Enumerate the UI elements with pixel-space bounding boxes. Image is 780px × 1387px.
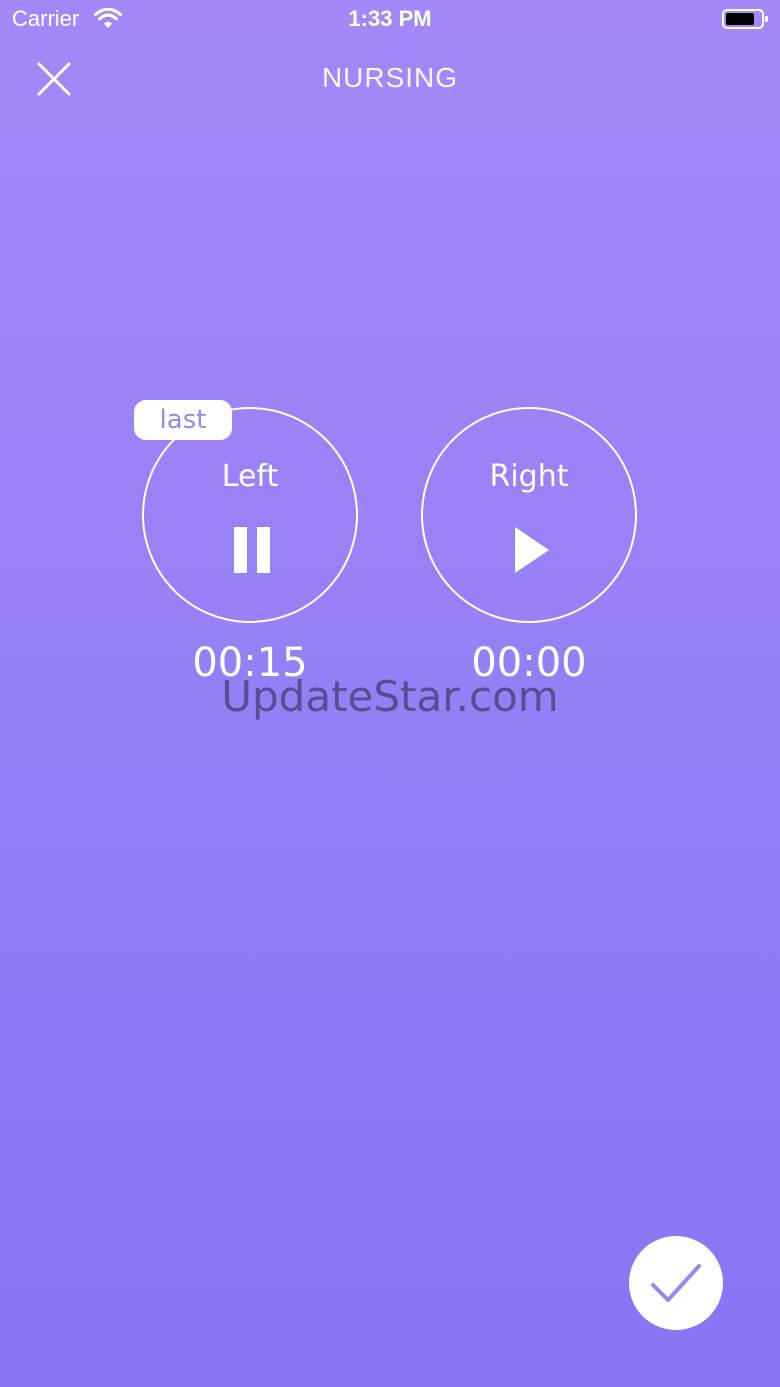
right-side-label: Right xyxy=(489,459,569,494)
page-title: NURSING xyxy=(321,62,459,93)
right-side-button[interactable]: Right xyxy=(421,407,637,623)
status-bar: Carrier 1:33 PM xyxy=(0,0,780,40)
play-icon xyxy=(515,527,549,573)
watermark-text: UpdateStar.com xyxy=(221,672,559,721)
battery-icon xyxy=(722,9,768,29)
status-time: 1:33 PM xyxy=(348,6,432,31)
checkmark-icon xyxy=(651,1264,701,1302)
confirm-button[interactable] xyxy=(629,1236,723,1330)
pause-icon xyxy=(234,527,270,573)
left-side-label: Left xyxy=(221,459,279,494)
last-badge: last xyxy=(134,400,232,440)
